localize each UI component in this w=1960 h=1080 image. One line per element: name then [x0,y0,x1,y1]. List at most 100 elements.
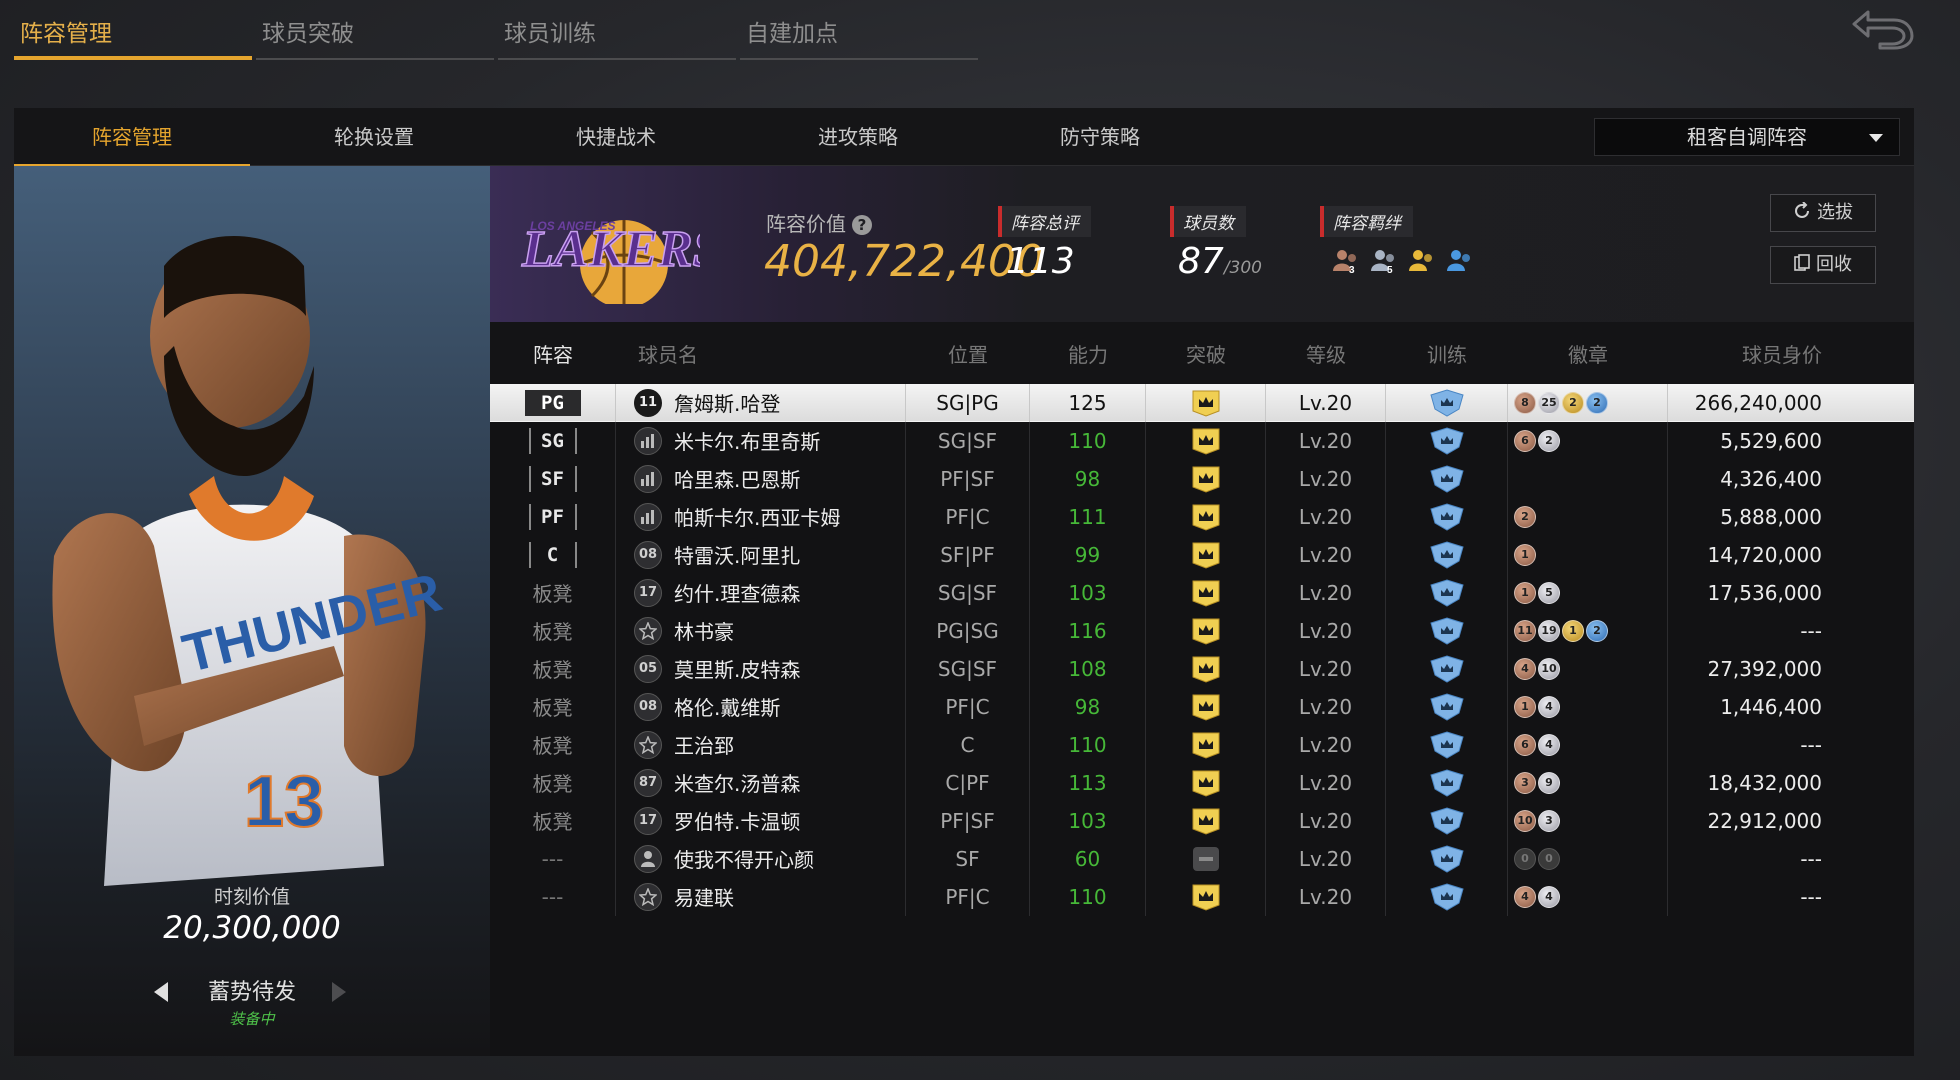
lineup-slot-bench[interactable]: 板凳 [533,768,573,797]
training-cell[interactable] [1386,611,1508,650]
top-tab-2[interactable]: 球员训练 [498,0,736,60]
table-row[interactable]: PF 帕斯卡尔.西亚卡姆 PF|C 111 Lv.20 2 5,888,000 [490,497,1914,536]
training-cell[interactable] [1386,535,1508,574]
bond-icon[interactable] [1406,247,1438,275]
table-row[interactable]: C 08 特雷沃.阿里扎 SF|PF 99 Lv.20 1 14,720,000 [490,535,1914,574]
table-row[interactable]: 板凳 王治郅 C 110 Lv.20 6 4 --- [490,725,1914,764]
training-cell[interactable] [1386,687,1508,726]
breakthrough-cell[interactable] [1146,383,1266,422]
breakthrough-cell[interactable] [1146,573,1266,612]
sub-tab-1[interactable]: 轮换设置 [256,108,492,166]
breakthrough-cell[interactable] [1146,687,1266,726]
col-header-ability[interactable]: 能力 [1030,339,1146,368]
breakthrough-cell[interactable] [1146,611,1266,650]
breakthrough-cell[interactable] [1146,497,1266,536]
player-position: PF|C [945,884,990,909]
help-icon[interactable]: ? [852,215,872,235]
top-tab-0[interactable]: 阵容管理 [14,0,252,60]
recycle-button[interactable]: 回收 [1770,246,1876,284]
table-row[interactable]: 板凳 17 罗伯特.卡温顿 PF|SF 103 Lv.20 10 3 22,912,000 [490,801,1914,840]
table-row[interactable]: --- 使我不得开心颜 SF 60 Lv.20 0 0 --- [490,839,1914,878]
training-cell[interactable] [1386,573,1508,612]
table-row[interactable]: PG 11 詹姆斯.哈登 SG|PG 125 Lv.20 8 25 2 2 266,240,000 [490,383,1914,422]
lineup-slot-bench[interactable]: 板凳 [533,654,573,683]
sub-tab-3[interactable]: 进攻策略 [740,108,976,166]
training-cell[interactable] [1386,459,1508,498]
col-header-level[interactable]: 等级 [1266,339,1386,368]
sub-tab-2[interactable]: 快捷战术 [498,108,734,166]
lineup-slot-bench[interactable]: 板凳 [533,806,573,835]
sub-tab-4[interactable]: 防守策略 [982,108,1218,166]
training-cell[interactable] [1386,383,1508,422]
table-row[interactable]: 板凳 87 米查尔.汤普森 C|PF 113 Lv.20 3 9 18,432,000 [490,763,1914,802]
player-ability: 98 [1074,694,1101,719]
bond-icon[interactable]: 5 [1368,247,1400,275]
training-cell[interactable] [1386,649,1508,688]
lineup-slot[interactable]: PG [524,389,581,416]
sub-tab-0[interactable]: 阵容管理 [14,108,250,167]
col-header-position[interactable]: 位置 [906,339,1030,368]
col-header-training[interactable]: 训练 [1386,339,1508,368]
next-card-arrow-icon[interactable] [332,982,346,1002]
breakthrough-cell[interactable] [1146,763,1266,802]
value-cell: --- [1668,612,1854,650]
lineup-dropdown[interactable]: 租客自调阵容 [1594,118,1900,156]
team-bond-label: 阵容羁绊 [1320,206,1413,237]
jersey-number-icon: 17 [634,806,662,835]
player-level: Lv.20 [1298,884,1353,909]
training-cell[interactable] [1386,497,1508,536]
lineup-slot[interactable]: SG [528,427,577,454]
lineup-slot-bench[interactable]: 板凳 [533,730,573,759]
breakthrough-cell[interactable] [1146,725,1266,764]
breakthrough-cell[interactable] [1146,649,1266,688]
level-cell: Lv.20 [1266,497,1386,536]
lineup-dropdown-value: 租客自调阵容 [1687,125,1807,149]
table-row[interactable]: 板凳 08 格伦.戴维斯 PF|C 98 Lv.20 1 4 1,446,400 [490,687,1914,726]
training-cell[interactable] [1386,839,1508,878]
table-row[interactable]: SF 哈里森.巴恩斯 PF|SF 98 Lv.20 4,326,400 [490,459,1914,498]
breakthrough-cell[interactable] [1146,801,1266,840]
training-cell[interactable] [1386,877,1508,916]
col-header-value[interactable]: 球员身价 [1668,339,1854,368]
back-button[interactable] [1850,6,1916,50]
lineup-slot-empty[interactable]: --- [542,847,564,871]
breakthrough-cell[interactable] [1146,459,1266,498]
table-row[interactable]: 板凳 17 约什.理查德森 SG|SF 103 Lv.20 1 5 17,536,000 [490,573,1914,612]
value-cell: --- [1668,840,1854,878]
ability-cell: 110 [1030,421,1146,460]
top-tab-3[interactable]: 自建加点 [740,0,978,60]
player-name-cell: 哈里森.巴恩斯 [616,459,906,498]
training-cell[interactable] [1386,801,1508,840]
bond-icon[interactable] [1444,247,1476,275]
breakthrough-cell[interactable] [1146,535,1266,574]
breakthrough-cell[interactable] [1146,877,1266,916]
lineup-slot-empty[interactable]: --- [542,885,564,909]
table-row[interactable]: 板凳 林书豪 PG|SG 116 Lv.20 11 19 1 2 --- [490,611,1914,650]
training-cell[interactable] [1386,763,1508,802]
breakthrough-cell[interactable] [1146,839,1266,878]
lineup-slot[interactable]: SF [528,465,577,492]
training-shield-icon [1429,806,1464,835]
lineup-slot-bench[interactable]: 板凳 [533,692,573,721]
breakthrough-cell[interactable] [1146,421,1266,460]
player-count-max: /300 [1223,258,1262,278]
top-tab-1[interactable]: 球员突破 [256,0,494,60]
player-value: --- [1800,732,1822,757]
col-header-name[interactable]: 球员名 [616,339,906,368]
select-button[interactable]: 选拔 [1770,194,1876,232]
lineup-slot-bench[interactable]: 板凳 [533,578,573,607]
col-header-lineup[interactable]: 阵容 [490,339,616,368]
table-row[interactable]: SG 米卡尔.布里奇斯 SG|SF 110 Lv.20 6 2 5,529,600 [490,421,1914,460]
training-cell[interactable] [1386,421,1508,460]
table-row[interactable]: 板凳 05 莫里斯.皮特森 SG|SF 108 Lv.20 4 10 27,392,000 [490,649,1914,688]
training-shield-icon [1429,464,1464,493]
lineup-slot[interactable]: C [528,541,577,568]
lineup-slot-bench[interactable]: 板凳 [533,616,573,645]
bond-icon[interactable]: 3 [1330,247,1362,275]
table-row[interactable]: --- 易建联 PF|C 110 Lv.20 4 4 --- [490,877,1914,916]
lineup-slot[interactable]: PF [528,503,577,530]
badges-cell: 64 [1508,725,1668,764]
col-header-breakthrough[interactable]: 突破 [1146,339,1266,368]
col-header-badges[interactable]: 徽章 [1508,339,1668,368]
training-cell[interactable] [1386,725,1508,764]
